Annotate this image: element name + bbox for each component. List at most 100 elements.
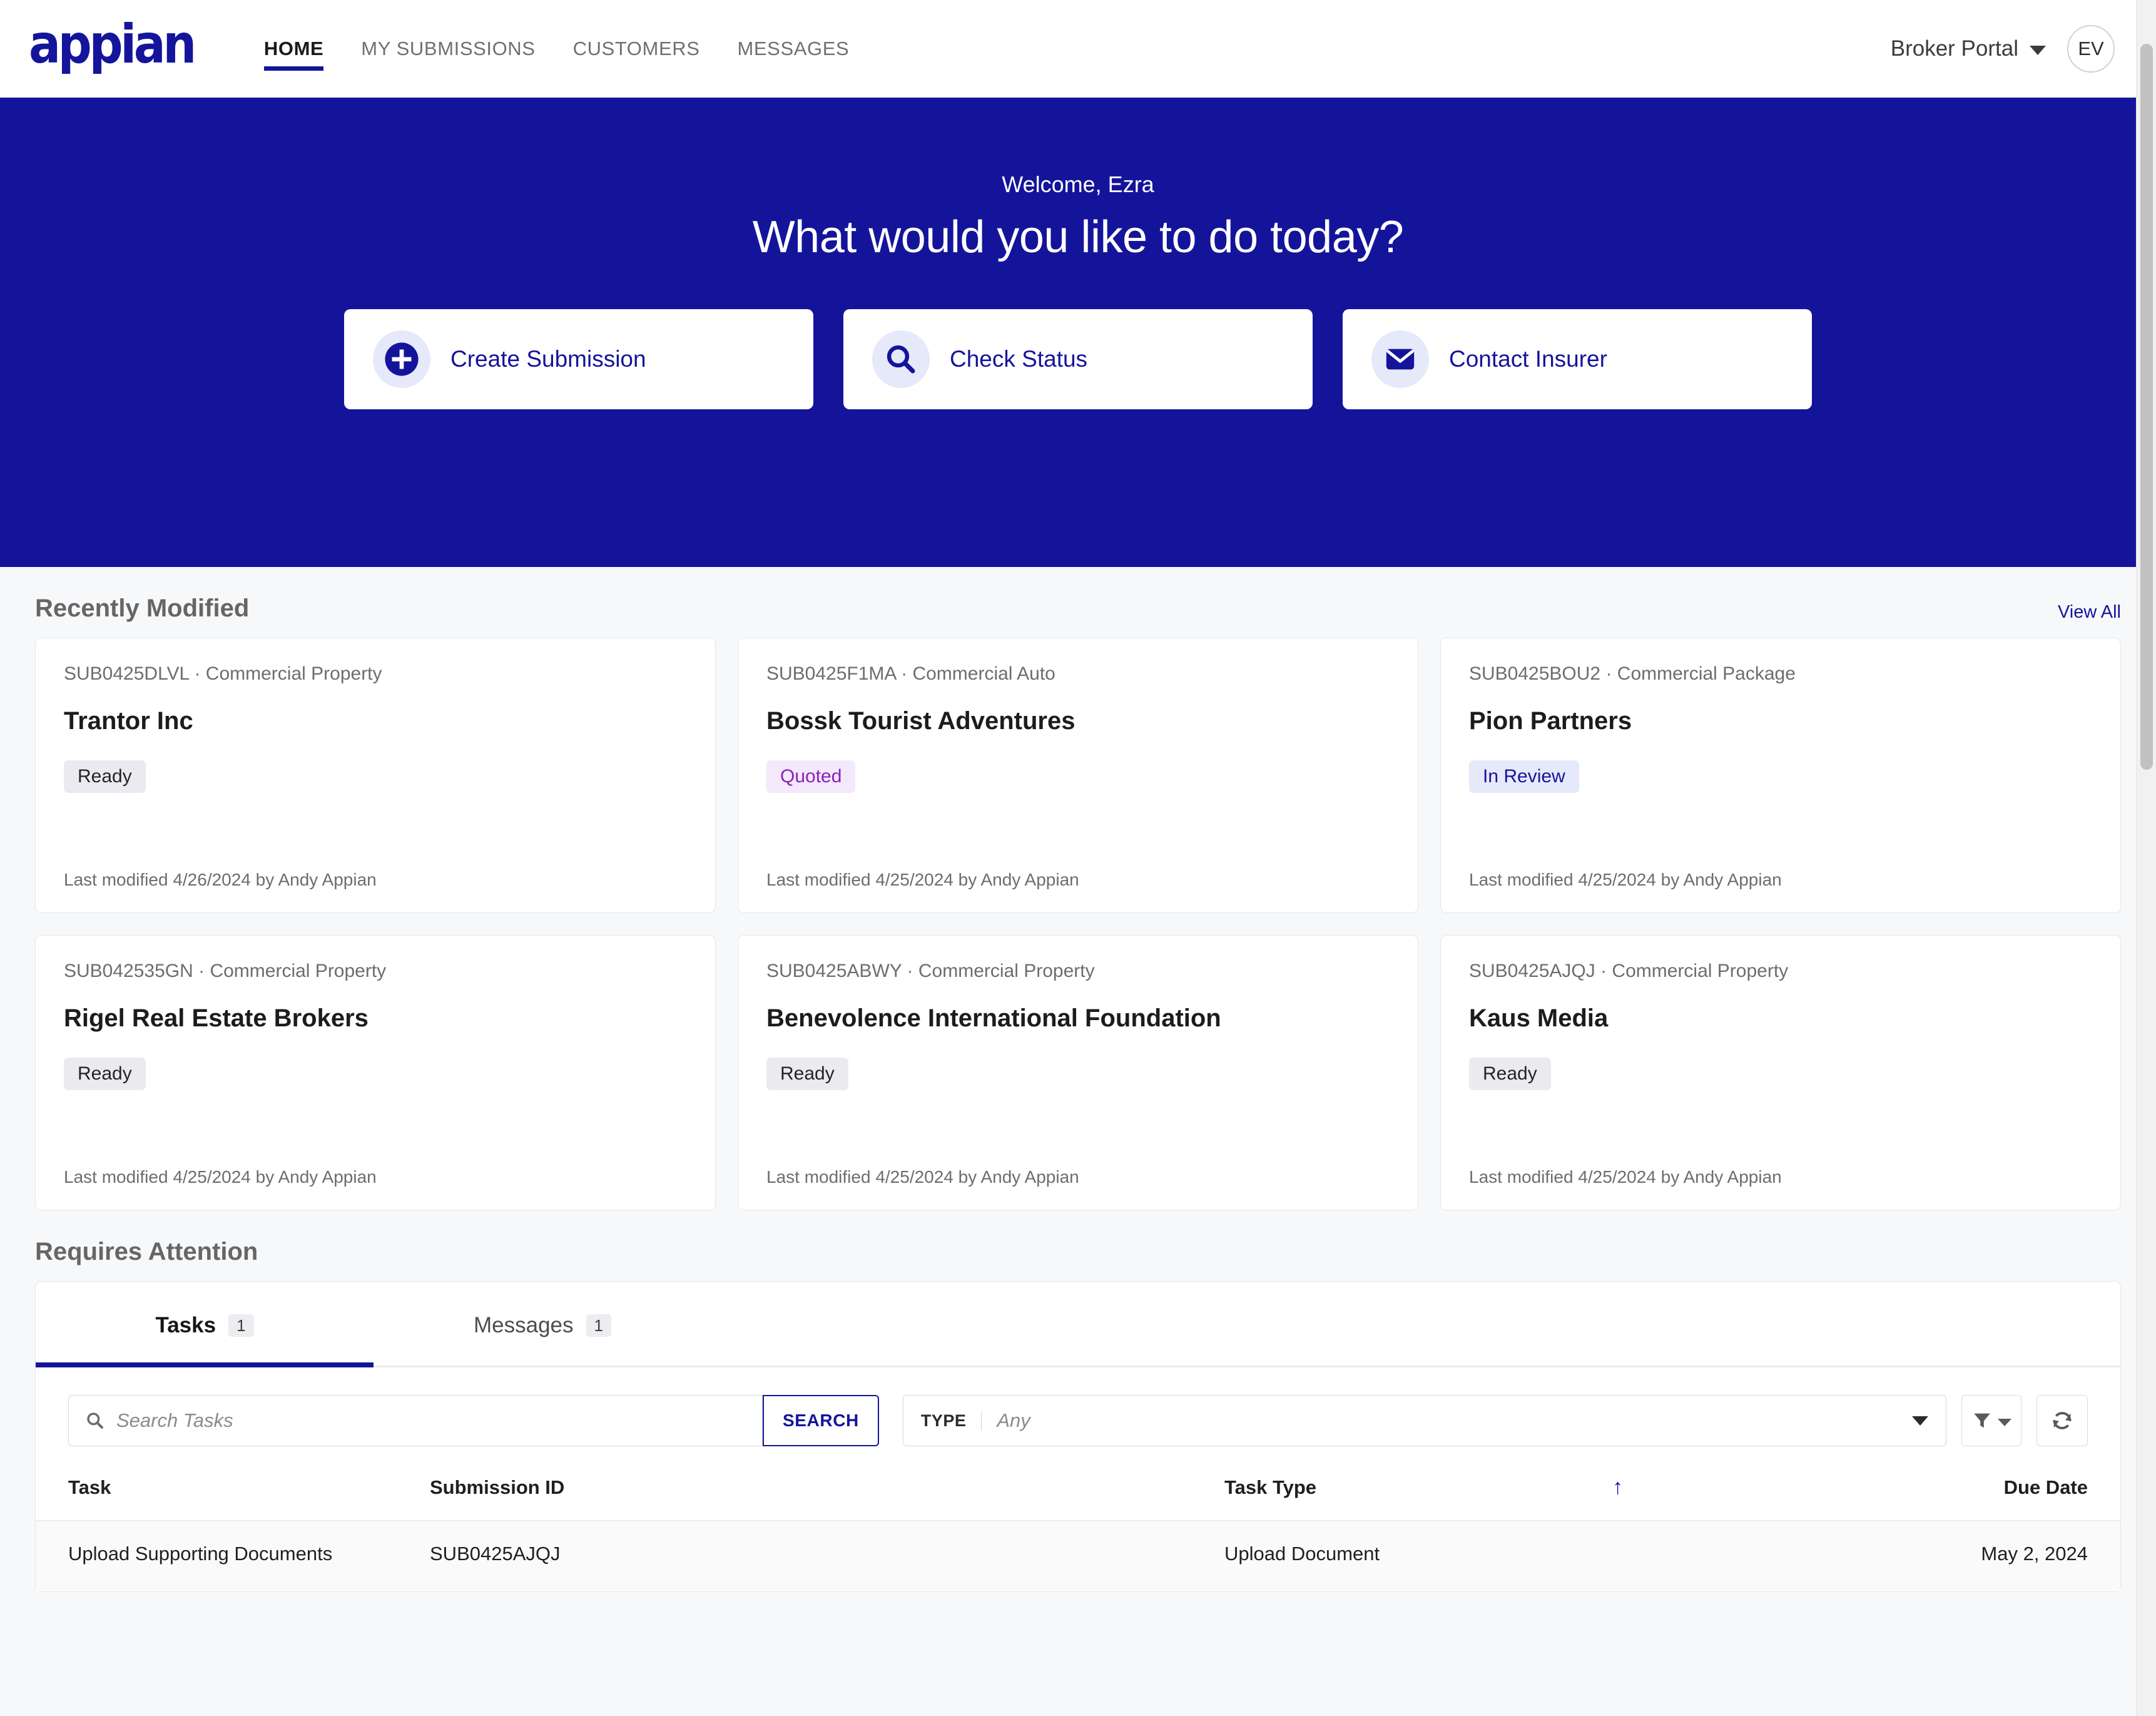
submission-last-modified: Last modified 4/25/2024 by Andy Appian: [766, 870, 1079, 889]
top-navigation-bar: appian HOME MY SUBMISSIONS CUSTOMERS MES…: [0, 0, 2156, 98]
column-header-task[interactable]: Task: [36, 1465, 430, 1521]
submission-card[interactable]: SUB0425F1MA · Commercial Auto Bossk Tour…: [738, 638, 1418, 913]
tasks-table: Task Submission ID Task Type ↑ Due Date …: [36, 1465, 2120, 1591]
submission-last-modified: Last modified 4/26/2024 by Andy Appian: [64, 870, 377, 889]
submission-last-modified: Last modified 4/25/2024 by Andy Appian: [64, 1167, 377, 1187]
search-button[interactable]: SEARCH: [763, 1395, 879, 1446]
requires-attention-header: Requires Attention: [35, 1210, 2121, 1281]
portal-switcher[interactable]: Broker Portal: [1891, 36, 2046, 61]
cell-task: Upload Supporting Documents: [36, 1521, 430, 1591]
chevron-down-icon: [2030, 46, 2046, 55]
portal-switcher-label: Broker Portal: [1890, 36, 2018, 61]
submission-name: Kaus Media: [1469, 1004, 1609, 1032]
status-badge: Ready: [1469, 1058, 1551, 1090]
tasks-table-body: Upload Supporting Documents SUB0425AJQJ …: [36, 1521, 2120, 1591]
search-icon: [872, 330, 930, 388]
top-bar-right: Broker Portal EV: [1891, 24, 2115, 73]
tab-messages-label: Messages: [474, 1313, 574, 1337]
status-badge: Ready: [64, 760, 146, 793]
recently-modified-header: Recently Modified View All: [35, 567, 2121, 638]
cell-task-type: Upload Document: [1224, 1521, 1612, 1591]
submission-card[interactable]: SUB0425ABWY · Commercial Property Benevo…: [738, 935, 1418, 1210]
hero-banner: Welcome, Ezra What would you like to do …: [0, 98, 2156, 567]
tab-messages-count: 1: [586, 1314, 611, 1337]
submission-last-modified: Last modified 4/25/2024 by Andy Appian: [766, 1167, 1079, 1187]
search-input[interactable]: Search Tasks: [68, 1395, 763, 1446]
tab-tasks-count: 1: [228, 1314, 254, 1337]
status-badge: In Review: [1469, 760, 1579, 793]
main-content: Recently Modified View All SUB0425DLVL ·…: [0, 567, 2156, 1592]
column-header-task-type[interactable]: Task Type: [1224, 1465, 1612, 1521]
attention-tabs: Tasks 1 Messages 1: [36, 1282, 2120, 1367]
submission-last-modified: Last modified 4/25/2024 by Andy Appian: [1469, 870, 1782, 889]
app-viewport: appian HOME MY SUBMISSIONS CUSTOMERS MES…: [0, 0, 2156, 1716]
submission-meta: SUB0425DLVL · Commercial Property: [64, 663, 382, 684]
submission-name: Benevolence International Foundation: [766, 1004, 1221, 1032]
page-scrollbar[interactable]: [2136, 0, 2156, 1716]
submission-meta: SUB0425BOU2 · Commercial Package: [1469, 663, 1796, 684]
submission-name: Trantor Inc: [64, 707, 193, 735]
column-header-due-date[interactable]: Due Date: [1906, 1465, 2120, 1521]
submission-last-modified: Last modified 4/25/2024 by Andy Appian: [1469, 1167, 1782, 1187]
tab-tasks-label: Tasks: [155, 1313, 216, 1337]
contact-insurer-button[interactable]: Contact Insurer: [1343, 309, 1812, 409]
refresh-button[interactable]: [2037, 1395, 2088, 1446]
funnel-icon: [1974, 1413, 1990, 1428]
column-header-sort-indicator[interactable]: ↑: [1612, 1465, 1906, 1521]
recently-modified-grid: SUB0425DLVL · Commercial Property Tranto…: [35, 638, 2121, 1210]
status-badge: Ready: [64, 1058, 146, 1090]
nav-item-messages[interactable]: MESSAGES: [718, 0, 868, 97]
type-filter-dropdown[interactable]: TYPE Any: [902, 1395, 1946, 1446]
cell-submission-id-link[interactable]: SUB0425AJQJ: [430, 1521, 1224, 1591]
table-header-row: Task Submission ID Task Type ↑ Due Date: [36, 1465, 2120, 1521]
submission-name: Pion Partners: [1469, 707, 1632, 735]
check-status-label: Check Status: [950, 346, 1088, 372]
nav-item-my-submissions[interactable]: MY SUBMISSIONS: [342, 0, 554, 97]
search-input-placeholder: Search Tasks: [116, 1409, 233, 1431]
appian-logo[interactable]: appian: [29, 18, 196, 76]
hero-title: What would you like to do today?: [752, 212, 1404, 262]
check-status-button[interactable]: Check Status: [843, 309, 1313, 409]
column-header-submission-id[interactable]: Submission ID: [430, 1465, 1224, 1521]
hero-welcome-text: Welcome, Ezra: [1002, 171, 1154, 197]
status-badge: Quoted: [766, 760, 856, 793]
main-nav: HOME MY SUBMISSIONS CUSTOMERS MESSAGES: [245, 0, 868, 97]
plus-circle-icon: [373, 330, 430, 388]
envelope-icon: [1371, 330, 1429, 388]
submission-meta: SUB042535GN · Commercial Property: [64, 961, 387, 981]
tasks-table-head: Task Submission ID Task Type ↑ Due Date: [36, 1465, 2120, 1521]
tab-tasks[interactable]: Tasks 1: [36, 1282, 374, 1367]
status-badge: Ready: [766, 1058, 848, 1090]
nav-item-customers[interactable]: CUSTOMERS: [554, 0, 719, 97]
submission-meta: SUB0425AJQJ · Commercial Property: [1469, 961, 1789, 981]
submission-meta: SUB0425F1MA · Commercial Auto: [766, 663, 1055, 684]
submission-meta: SUB0425ABWY · Commercial Property: [766, 961, 1095, 981]
submission-name: Bossk Tourist Adventures: [766, 707, 1075, 735]
nav-item-home[interactable]: HOME: [245, 0, 342, 97]
avatar[interactable]: EV: [2067, 24, 2115, 73]
create-submission-button[interactable]: Create Submission: [344, 309, 813, 409]
submission-name: Rigel Real Estate Brokers: [64, 1004, 369, 1032]
submission-card[interactable]: SUB0425AJQJ · Commercial Property Kaus M…: [1440, 935, 2121, 1210]
search-icon: [87, 1412, 103, 1429]
page-title: Recently Modified: [35, 595, 250, 622]
type-filter-value: Any: [997, 1409, 1030, 1431]
cell-due-date: May 2, 2024: [1906, 1521, 2120, 1591]
filter-button[interactable]: [1961, 1395, 2021, 1446]
table-row[interactable]: Upload Supporting Documents SUB0425AJQJ …: [36, 1521, 2120, 1591]
submission-card[interactable]: SUB0425DLVL · Commercial Property Tranto…: [35, 638, 716, 913]
refresh-icon: [2053, 1412, 2072, 1429]
view-all-link[interactable]: View All: [2058, 602, 2121, 623]
tasks-toolbar: Search Tasks SEARCH TYPE Any: [36, 1367, 2120, 1465]
scrollbar-thumb[interactable]: [2140, 44, 2153, 770]
hero-action-list: Create Submission Check Status Contact I…: [0, 309, 2156, 409]
type-filter-label: TYPE: [921, 1411, 982, 1431]
tab-messages[interactable]: Messages 1: [374, 1282, 711, 1366]
create-submission-label: Create Submission: [450, 346, 646, 372]
requires-attention-title: Requires Attention: [35, 1238, 258, 1265]
submission-card[interactable]: SUB0425BOU2 · Commercial Package Pion Pa…: [1440, 638, 2121, 913]
submission-card[interactable]: SUB042535GN · Commercial Property Rigel …: [35, 935, 716, 1210]
contact-insurer-label: Contact Insurer: [1449, 346, 1607, 372]
requires-attention-panel: Tasks 1 Messages 1 Search Tasks SEARCH T…: [35, 1281, 2121, 1592]
chevron-down-icon: [1912, 1416, 1928, 1426]
